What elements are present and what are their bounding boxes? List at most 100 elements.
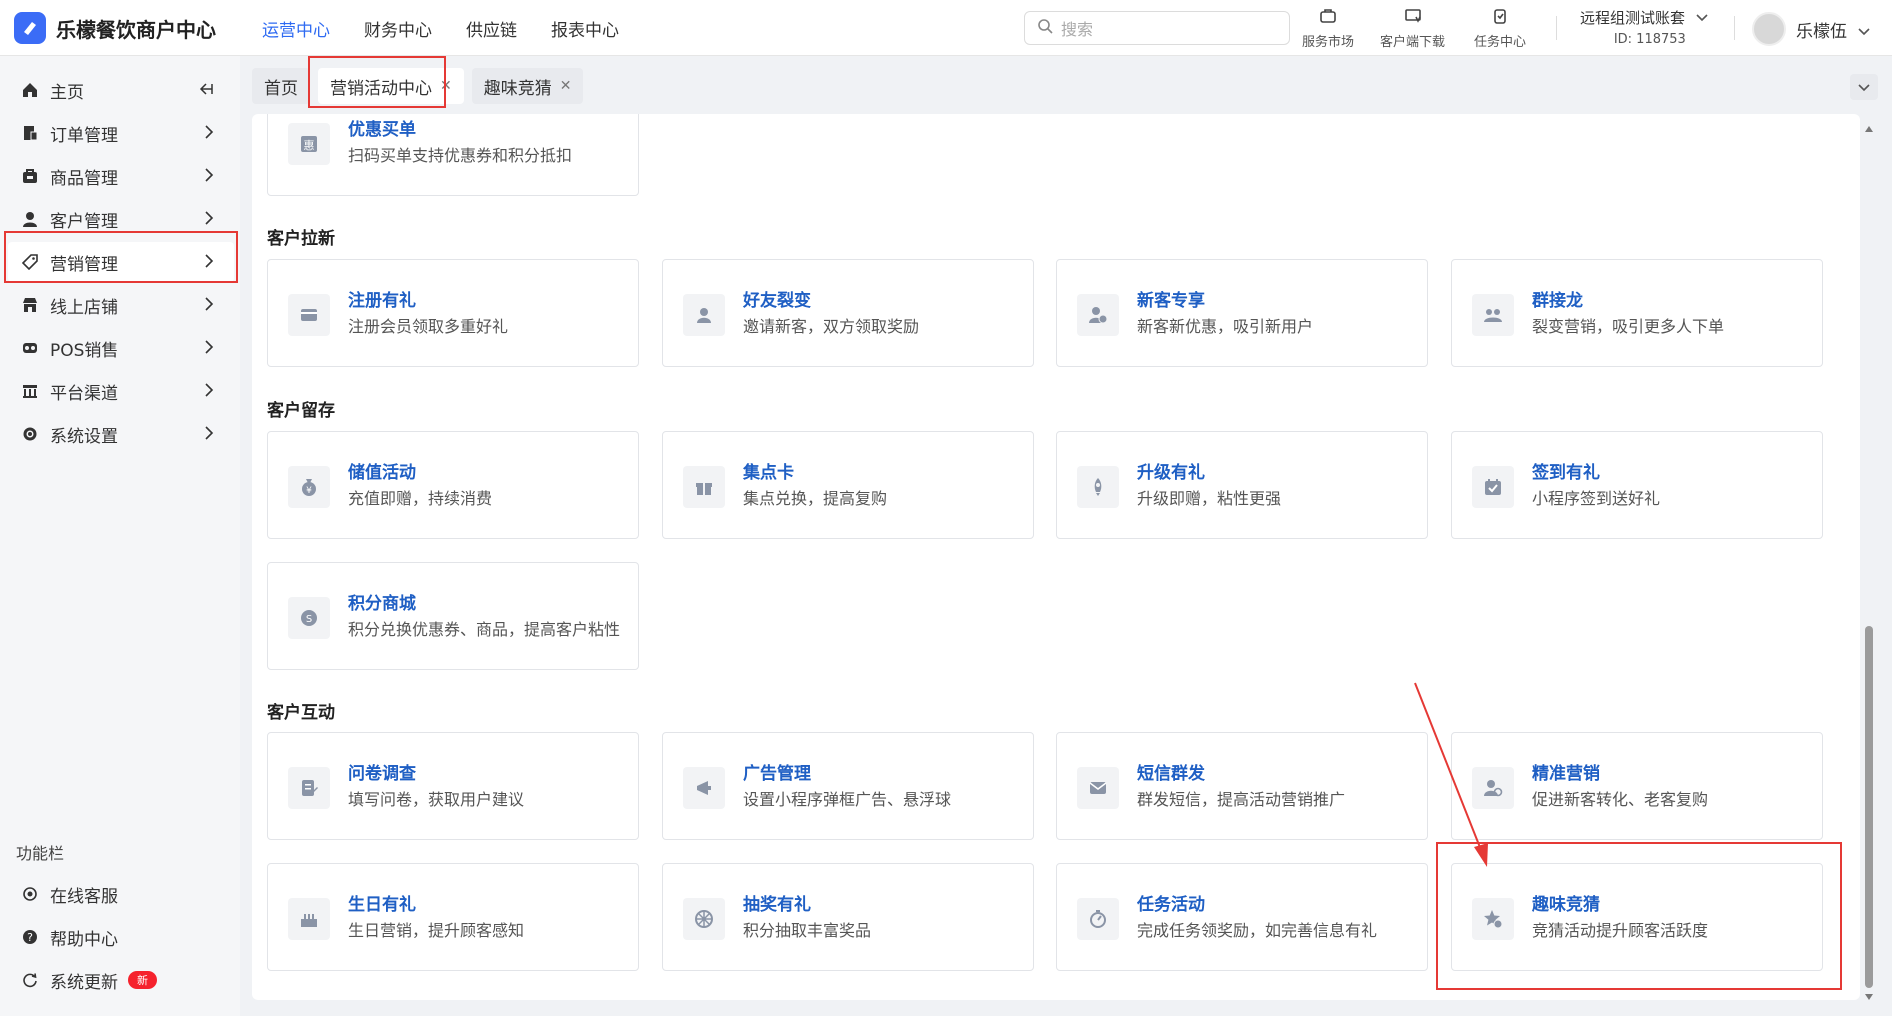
topnav-supply-chain[interactable]: 供应链 (466, 16, 517, 41)
card-title: 抽奖有礼 (743, 895, 811, 915)
card-points-mall[interactable]: S 积分商城 积分兑换优惠券、商品，提高客户粘性 (267, 562, 639, 670)
highlight-box (4, 231, 238, 283)
card-precise-marketing[interactable]: 精准营销 促进新客转化、老客复购 (1451, 732, 1823, 840)
sidebar-item-settings[interactable]: 系统设置 (8, 414, 234, 454)
channel-icon (20, 381, 40, 401)
card-title: 短信群发 (1137, 764, 1205, 784)
chevron-down-icon (1858, 78, 1870, 97)
home-icon (20, 80, 40, 100)
sidebar-item-label: 主页 (50, 82, 84, 103)
logo-icon (14, 12, 46, 44)
app-logo[interactable]: 乐檬餐饮商户中心 (14, 12, 216, 44)
service-icon (20, 884, 40, 904)
card-checkin-gift[interactable]: 签到有礼 小程序签到送好礼 (1451, 431, 1823, 539)
card-lottery-gift[interactable]: 抽奖有礼 积分抽取丰富奖品 (662, 863, 1034, 971)
sidebar: 主页 订单管理 商品管理 客户管理 营销管理 线上店铺 POS销售 平台渠道 系 (0, 56, 240, 1016)
scroll-up-icon[interactable] (1864, 118, 1874, 137)
card-task-activity[interactable]: 任务活动 完成任务领奖励，如完善信息有礼 (1056, 863, 1428, 971)
sidebar-item-label: 在线客服 (50, 886, 118, 907)
card-title: 任务活动 (1137, 895, 1205, 915)
card-desc: 完成任务领奖励，如完善信息有礼 (1137, 921, 1378, 940)
svg-text:?: ? (27, 931, 33, 944)
search-icon (1037, 18, 1053, 38)
sidebar-item-system-update[interactable]: 系统更新 新 (8, 960, 234, 1000)
card-stored-value[interactable]: ¥ 储值活动 充值即赠，持续消费 (267, 431, 639, 539)
topnav-reports[interactable]: 报表中心 (551, 16, 619, 41)
sidebar-item-goods[interactable]: 商品管理 (8, 156, 234, 196)
card-desc: 裂变营销，吸引更多人下单 (1532, 317, 1725, 336)
chevron-down-icon[interactable] (1858, 22, 1870, 41)
sidebar-item-pos[interactable]: POS销售 (8, 328, 234, 368)
sidebar-item-home[interactable]: 主页 (8, 70, 234, 110)
card-desc: 促进新客转化、老客复购 (1532, 790, 1709, 809)
card-desc: 积分兑换优惠券、商品，提高客户粘性 (348, 620, 621, 639)
collapse-sidebar-icon[interactable] (198, 81, 214, 101)
vertical-scrollbar[interactable] (1862, 114, 1876, 1000)
timer-icon (1077, 898, 1119, 940)
card-friend-fission[interactable]: 好友裂变 邀请新客，双方领取奖励 (662, 259, 1034, 367)
card-upgrade-gift[interactable]: 升级有礼 升级即赠，粘性更强 (1056, 431, 1428, 539)
card-group-chain[interactable]: 群接龙 裂变营销，吸引更多人下单 (1451, 259, 1823, 367)
user-name[interactable]: 乐檬伍 (1796, 17, 1847, 42)
card-discount-buy[interactable]: 惠 优惠买单 扫码买单支持优惠券和积分抵扣 (267, 114, 639, 196)
chevron-right-icon (204, 425, 214, 446)
app-title: 乐檬餐饮商户中心 (56, 17, 216, 42)
gift-icon (683, 466, 725, 508)
sidebar-item-online-store[interactable]: 线上店铺 (8, 285, 234, 325)
topnav-operations[interactable]: 运营中心 (262, 16, 330, 41)
sidebar-item-label: 系统设置 (50, 426, 118, 447)
function-bar-title: 功能栏 (16, 844, 65, 863)
chevron-right-icon (204, 382, 214, 403)
account-name: 远程组测试账套 (1580, 9, 1686, 27)
avatar[interactable] (1752, 12, 1786, 46)
scrollbar-thumb[interactable] (1865, 626, 1873, 988)
section-title-acquisition: 客户拉新 (267, 229, 335, 249)
card-stamp-card[interactable]: 集点卡 集点兑换，提高复购 (662, 431, 1034, 539)
topnav-finance[interactable]: 财务中心 (364, 16, 432, 41)
card-desc: 填写问卷，获取用户建议 (348, 790, 525, 809)
group-icon (1472, 294, 1514, 336)
card-ad-manage[interactable]: 广告管理 设置小程序弹框广告、悬浮球 (662, 732, 1034, 840)
discount-icon: 惠 (288, 123, 330, 165)
sidebar-item-help[interactable]: ? 帮助中心 (8, 917, 234, 957)
card-desc: 邀请新客，双方领取奖励 (743, 317, 920, 336)
card-survey[interactable]: 问卷调查 填写问卷，获取用户建议 (267, 732, 639, 840)
close-icon[interactable]: ✕ (560, 78, 572, 94)
service-market-button[interactable]: 服务市场 (1302, 8, 1354, 50)
account-switcher[interactable]: 远程组测试账套 ID: 118753 (1580, 7, 1708, 51)
annotation-arrow (1414, 682, 1488, 867)
card-title: 集点卡 (743, 463, 794, 483)
pos-icon (20, 338, 40, 358)
tab-label: 首页 (264, 78, 298, 99)
divider (1556, 16, 1557, 40)
card-title: 储值活动 (348, 463, 416, 483)
tab-fun-quiz[interactable]: 趣味竞猜 ✕ (471, 68, 584, 104)
gear-icon (20, 424, 40, 444)
order-icon (20, 123, 40, 143)
card-desc: 集点兑换，提高复购 (743, 489, 888, 508)
tabs-dropdown-button[interactable] (1850, 74, 1878, 100)
scroll-down-icon[interactable] (1864, 986, 1874, 1005)
sidebar-item-orders[interactable]: 订单管理 (8, 113, 234, 153)
goods-icon (20, 166, 40, 186)
card-title: 好友裂变 (743, 291, 811, 311)
task-center-button[interactable]: 任务中心 (1474, 8, 1526, 50)
card-desc: 设置小程序弹框广告、悬浮球 (743, 790, 952, 809)
card-register-gift[interactable]: 注册有礼 注册会员领取多重好礼 (267, 259, 639, 367)
card-title: 广告管理 (743, 764, 811, 784)
card-title: 群接龙 (1532, 291, 1583, 311)
card-birthday-gift[interactable]: 生日有礼 生日营销，提升顾客感知 (267, 863, 639, 971)
card-new-customer[interactable]: 新客专享 新客新优惠，吸引新用户 (1056, 259, 1428, 367)
client-download-button[interactable]: 客户端下载 (1380, 8, 1445, 50)
sidebar-item-platform-channel[interactable]: 平台渠道 (8, 371, 234, 411)
card-desc: 升级即赠，粘性更强 (1137, 489, 1282, 508)
card-desc: 生日营销，提升顾客感知 (348, 921, 525, 940)
card-sms-broadcast[interactable]: 短信群发 群发短信，提高活动营销推广 (1056, 732, 1428, 840)
sidebar-item-online-service[interactable]: 在线客服 (8, 874, 234, 914)
card-title: 注册有礼 (348, 291, 416, 311)
card-title: 问卷调查 (348, 764, 416, 784)
search-input[interactable]: 搜索 (1024, 11, 1290, 45)
card-desc: 扫码买单支持优惠券和积分抵扣 (348, 146, 573, 165)
chevron-right-icon (204, 124, 214, 145)
tab-home[interactable]: 首页 (252, 68, 310, 104)
